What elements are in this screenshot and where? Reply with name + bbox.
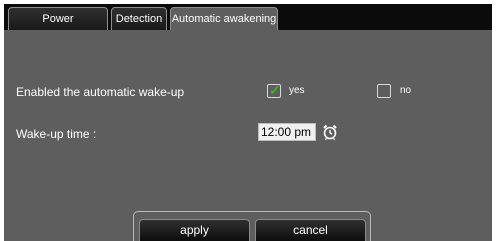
- auto-wakeup-no-label: no: [400, 85, 412, 96]
- cancel-button[interactable]: cancel: [255, 219, 366, 241]
- tab-bar: Power management Detection Automatic awa…: [4, 4, 492, 47]
- alarm-clock-icon[interactable]: [322, 123, 338, 141]
- wakeup-time-input[interactable]: 12:00 pm: [258, 123, 316, 141]
- checkmark-icon: ✓: [269, 82, 281, 98]
- tab-detection[interactable]: Detection: [111, 7, 167, 30]
- tab-automatic-awakening[interactable]: Automatic awakening: [170, 7, 278, 30]
- auto-wakeup-label: Enabled the automatic wake-up: [16, 85, 185, 99]
- auto-wakeup-no-checkbox[interactable]: [377, 84, 391, 98]
- auto-wakeup-yes-checkbox[interactable]: ✓: [267, 82, 281, 98]
- tab-power-management[interactable]: Power management: [8, 7, 108, 47]
- apply-button[interactable]: apply: [139, 219, 250, 241]
- wakeup-time-label: Wake-up time :: [16, 127, 97, 141]
- auto-wakeup-yes-label: yes: [289, 85, 305, 96]
